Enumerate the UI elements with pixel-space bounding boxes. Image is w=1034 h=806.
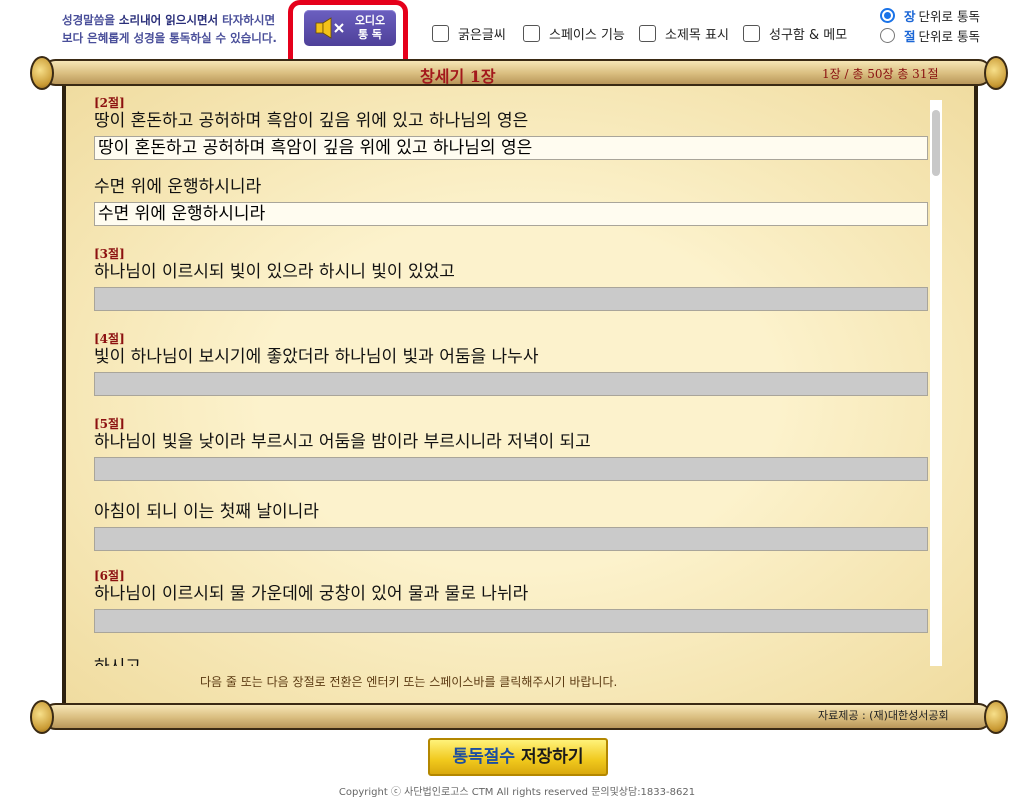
verse-text: 수면 위에 운행하시니라: [94, 177, 262, 197]
verse-text: 아침이 되니 이는 첫째 날이니라: [94, 502, 319, 522]
verse-mode-option[interactable]: 절 단위로 통독: [880, 26, 980, 44]
typing-input[interactable]: [94, 287, 928, 311]
typing-input[interactable]: [94, 372, 928, 396]
subtitle-option[interactable]: 소제목 표시: [639, 23, 729, 43]
space-checkbox[interactable]: [523, 24, 540, 42]
bold-font-checkbox[interactable]: [432, 24, 449, 42]
memo-label: 성구함 & 메모: [769, 27, 848, 43]
chapter-count: 1장 / 총 50장 총 31절: [822, 67, 939, 81]
scroll-knob-bottom-right: [984, 700, 1008, 734]
typing-input[interactable]: [94, 609, 928, 633]
memo-option[interactable]: 성구함 & 메모: [743, 23, 847, 43]
scroll-knob-bottom-left: [30, 700, 54, 734]
space-label: 스페이스 기능: [549, 27, 625, 43]
space-option[interactable]: 스페이스 기능: [523, 23, 625, 43]
verse-item: [4절] 빛이 하나님이 보시기에 좋았더라 하나님이 빛과 어둠을 나누사: [94, 332, 928, 396]
verse-text: 하나님이 이르시되 빛이 있으라 하시니 빛이 있었고: [94, 262, 455, 282]
scrollbar-thumb[interactable]: [932, 110, 940, 176]
verse-text: 하나님이 이르시되 물 가운데에 궁창이 있어 물과 물로 나뉘라: [94, 584, 529, 604]
chapter-mode-option[interactable]: 장 단위로 통독: [880, 6, 980, 24]
verse-number: [3절]: [94, 247, 125, 261]
scroll-knob-top-right: [984, 56, 1008, 90]
verse-number: [5절]: [94, 417, 125, 431]
typing-input[interactable]: 수면 위에 운행하시니라: [94, 202, 928, 226]
typing-input[interactable]: 땅이 혼돈하고 공허하며 흑암이 깊음 위에 있고 하나님의 영은: [94, 136, 928, 160]
save-progress-button[interactable]: 통독절수 저장하기: [428, 738, 608, 776]
bold-font-label: 굵은글씨: [458, 27, 506, 43]
scroll-knob-top-left: [30, 56, 54, 90]
bold-font-option[interactable]: 굵은글씨: [432, 23, 506, 43]
chapter-mode-radio[interactable]: [880, 7, 895, 23]
verse-item: 아침이 되니 이는 첫째 날이니라: [94, 502, 928, 551]
verse-text: 땅이 혼돈하고 공허하며 흑암이 깊음 위에 있고 하나님의 영은: [94, 111, 529, 131]
verse-scrollbar[interactable]: [930, 100, 942, 666]
verse-text: 빛이 하나님이 보시기에 좋았더라 하나님이 빛과 어둠을 나누사: [94, 347, 539, 367]
copyright: Copyright ⓒ 사단법인로고스 CTM All rights reser…: [338, 787, 696, 798]
typing-input[interactable]: [94, 457, 928, 481]
verse-text-partial: 하시고: [94, 657, 141, 666]
subtitle-label: 소제목 표시: [665, 27, 729, 43]
verse-number: [6절]: [94, 569, 125, 583]
verse-item: [3절] 하나님이 이르시되 빛이 있으라 하시니 빛이 있었고: [94, 247, 928, 311]
verse-item: [5절] 하나님이 빛을 낮이라 부르시고 어둠을 밤이라 부르시니라 저녁이 …: [94, 417, 928, 481]
verse-item: [2절] 땅이 혼돈하고 공허하며 흑암이 깊음 위에 있고 하나님의 영은 땅…: [94, 96, 928, 160]
source-credit: 자료제공 : (재)대한성서공회: [818, 709, 949, 722]
verse-number: [4절]: [94, 332, 125, 346]
verse-number: [2절]: [94, 96, 125, 110]
intro-text: 성경말씀을 소리내어 읽으시면서 타자하시면 보다 은혜롭게 성경을 통독하실 …: [62, 13, 277, 45]
chapter-title: 창세기 1장: [420, 67, 496, 86]
verse-mode-radio[interactable]: [880, 27, 895, 43]
verse-item: [6절] 하나님이 이르시되 물 가운데에 궁창이 있어 물과 물로 나뉘라: [94, 569, 928, 633]
memo-checkbox[interactable]: [743, 24, 760, 42]
hint-text: 다음 줄 또는 다음 장절로 전환은 엔터키 또는 스페이스바를 클릭해주시기 …: [200, 675, 618, 689]
verse-text: 하나님이 빛을 낮이라 부르시고 어둠을 밤이라 부르시니라 저녁이 되고: [94, 432, 591, 452]
typing-input[interactable]: [94, 527, 928, 551]
verse-list: [2절] 땅이 혼돈하고 공허하며 흑암이 깊음 위에 있고 하나님의 영은 땅…: [94, 96, 928, 666]
subtitle-checkbox[interactable]: [639, 24, 656, 42]
verse-item: 수면 위에 운행하시니라 수면 위에 운행하시니라: [94, 177, 928, 226]
